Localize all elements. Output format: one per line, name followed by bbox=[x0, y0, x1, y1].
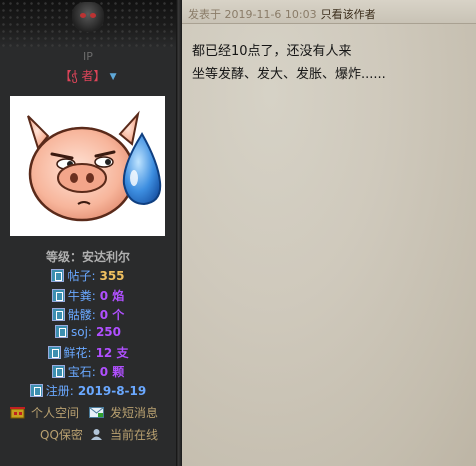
stat-value: 0 颗 bbox=[99, 365, 125, 379]
post-meta: 发表于 2019-11-6 10:03 只看该作者 bbox=[188, 6, 376, 22]
money-icon bbox=[47, 346, 61, 359]
stat-value: 12 支 bbox=[95, 346, 129, 360]
user-rank: 等级：安达利尔 bbox=[45, 250, 130, 264]
send-message-link[interactable]: 发短消息 bbox=[89, 404, 158, 421]
calendar-icon bbox=[29, 384, 43, 397]
stat-label: 鲜花: bbox=[63, 346, 92, 360]
avatar[interactable] bbox=[10, 96, 165, 236]
send-message-label[interactable]: 发短消息 bbox=[110, 406, 158, 420]
post-timestamp: 发表于 2019-11-6 10:03 bbox=[188, 8, 317, 21]
stat-label: 注册: bbox=[45, 384, 74, 398]
message-icon bbox=[89, 406, 104, 419]
stat-flowers: 鲜花: 12 支 bbox=[0, 344, 176, 361]
stat-value: 355 bbox=[99, 269, 125, 283]
profile-link[interactable]: 个人空间 bbox=[10, 404, 79, 421]
user-online-icon bbox=[89, 428, 104, 441]
stat-label: 牛粪: bbox=[67, 289, 96, 303]
ip-label: IP bbox=[83, 50, 93, 63]
only-author-link[interactable]: 只看该作者 bbox=[321, 8, 376, 21]
post-line: 坐等发酵、发大、发胀、爆炸...... bbox=[192, 67, 386, 82]
post-body: 都已经10点了，还没有人来 坐等发酵、发大、发胀、爆炸...... bbox=[192, 40, 472, 86]
post-content-area: 发表于 2019-11-6 10:03 只看该作者 都已经10点了，还没有人来 坐… bbox=[182, 0, 476, 466]
profile-link-label[interactable]: 个人空间 bbox=[31, 406, 79, 420]
chevron-down-icon[interactable]: ▼ bbox=[110, 72, 117, 82]
sidebar-header-decoration bbox=[0, 0, 176, 48]
stat-cowdung: 牛粪: 0 焰 bbox=[0, 287, 176, 304]
online-status-label[interactable]: 当前在线 bbox=[110, 428, 158, 442]
username-text[interactable]: 【ჭ 者】 bbox=[60, 69, 106, 83]
user-sidebar: IP 【ჭ 者】 ▼ 等级：安达利尔 帖子: 355 牛粪: 0 焰 骷髅: 0… bbox=[0, 0, 176, 466]
post-header: 发表于 2019-11-6 10:03 只看该作者 bbox=[182, 0, 476, 24]
money-icon bbox=[51, 289, 65, 302]
pig-avatar-icon bbox=[27, 110, 162, 222]
stat-label: 骷髅: bbox=[67, 308, 96, 322]
money-icon bbox=[51, 308, 65, 321]
money-icon bbox=[51, 365, 65, 378]
skull-icon bbox=[72, 2, 104, 32]
post-line: 都已经10点了，还没有人来 bbox=[192, 44, 352, 59]
stat-registered: 注册: 2019-8-19 bbox=[0, 382, 176, 399]
online-status-link[interactable]: 当前在线 bbox=[89, 426, 158, 443]
stat-label: soj: bbox=[70, 325, 92, 339]
stat-posts: 帖子: 355 bbox=[0, 267, 176, 284]
post-icon bbox=[51, 269, 65, 282]
money-icon bbox=[54, 325, 68, 338]
stat-skull: 骷髅: 0 个 bbox=[0, 306, 176, 323]
stat-value: 250 bbox=[95, 325, 122, 339]
stat-soj: soj: 250 bbox=[0, 325, 176, 339]
stat-value: 0 个 bbox=[99, 308, 125, 322]
stat-label: 帖子: bbox=[67, 269, 96, 283]
stat-value: 2019-8-19 bbox=[77, 384, 147, 398]
username[interactable]: 【ჭ 者】 ▼ bbox=[0, 67, 176, 84]
stat-gems: 宝石: 0 颗 bbox=[0, 363, 176, 380]
qq-link[interactable]: QQ保密 bbox=[40, 426, 83, 443]
qq-label[interactable]: QQ保密 bbox=[40, 428, 83, 442]
stat-value: 0 焰 bbox=[99, 289, 125, 303]
stat-label: 宝石: bbox=[67, 365, 96, 379]
home-icon bbox=[10, 406, 25, 419]
